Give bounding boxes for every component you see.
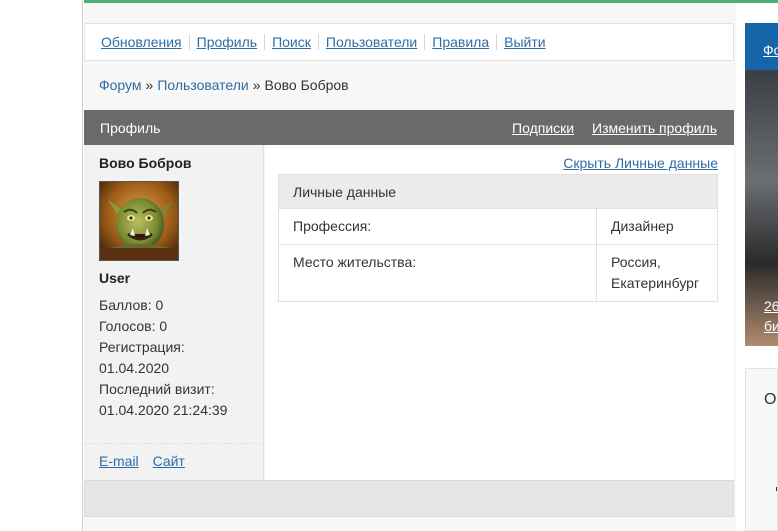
stat-last-visit-date: 01.04.2020 21:24:39 [99,402,228,418]
table-row: Место жительства: Россия, Екатеринбург [278,244,718,302]
left-margin [0,0,83,531]
row-label: Профессия: [278,208,597,245]
banner-caption-line-2[interactable]: би [764,318,778,334]
profile-title: Профиль [100,119,161,136]
breadcrumb-users[interactable]: Пользователи [157,77,248,93]
banner-photo[interactable]: 26 би [745,70,778,346]
personal-data-table: Личные данные Профессия: Дизайнер Место … [278,174,718,302]
hide-personal-data-link[interactable]: Скрыть Личные данные [563,155,718,171]
right-widget-title: О [764,391,777,408]
user-stats: Баллов: 0 Голосов: 0 Регистрация: 01.04.… [99,295,227,421]
right-banner: Фо 26 би [745,23,778,346]
profile-header-links: Подписки Изменить профиль [498,120,717,136]
table-header-row: Личные данные [278,174,718,209]
row-value: Дизайнер [596,208,718,245]
orc-avatar-icon [100,182,178,260]
row-label: Место жительства: [278,244,597,302]
menu-item-rules[interactable]: Правила [424,34,496,50]
user-name: Вово Бобров [99,155,192,171]
subscriptions-link[interactable]: Подписки [512,120,574,136]
stat-registration-label: Регистрация: [99,339,185,355]
profile-header: Профиль Подписки Изменить профиль [84,110,734,145]
stat-points: Баллов: 0 [99,297,164,313]
stat-votes: Голосов: 0 [99,318,168,334]
top-menu: Обновления Профиль Поиск Пользователи Пр… [84,23,734,61]
user-role: User [99,270,131,286]
profile-footer-bar [84,480,734,517]
avatar [99,181,179,261]
breadcrumb-separator: » [145,77,154,93]
menu-item-profile[interactable]: Профиль [188,34,264,50]
top-accent-bar [84,0,778,3]
breadcrumb: Форум» Пользователи» Вово Бобров [99,77,349,93]
breadcrumb-forum[interactable]: Форум [99,77,142,93]
menu-item-users[interactable]: Пользователи [317,34,424,50]
stat-registration-date: 01.04.2020 [99,360,170,376]
personal-data-heading: Личные данные [278,174,718,209]
banner-caption-line-1[interactable]: 26 [764,298,778,314]
banner-header: Фо [745,23,778,70]
menu-item-search[interactable]: Поиск [264,34,318,50]
breadcrumb-current: Вово Бобров [264,77,349,93]
menu-item-updates[interactable]: Обновления [94,34,189,50]
profile-main: Скрыть Личные данные Личные данные Профе… [265,145,734,480]
table-row: Профессия: Дизайнер [278,208,718,245]
user-sidebar: Вово Бобров User Баллов: 0 Голосов: 0 Ре… [84,145,733,480]
menu-item-logout[interactable]: Выйти [496,34,552,50]
right-widget: О [745,368,778,531]
row-value: Россия, Екатеринбург [596,244,718,302]
user-contacts: E-mail Сайт [99,453,195,469]
email-link[interactable]: E-mail [99,453,139,469]
site-link[interactable]: Сайт [153,453,185,469]
banner-header-link[interactable]: Фо [763,42,778,58]
edit-profile-link[interactable]: Изменить профиль [592,120,717,136]
breadcrumb-separator: » [252,77,261,93]
stat-last-visit-label: Последний визит: [99,381,215,397]
